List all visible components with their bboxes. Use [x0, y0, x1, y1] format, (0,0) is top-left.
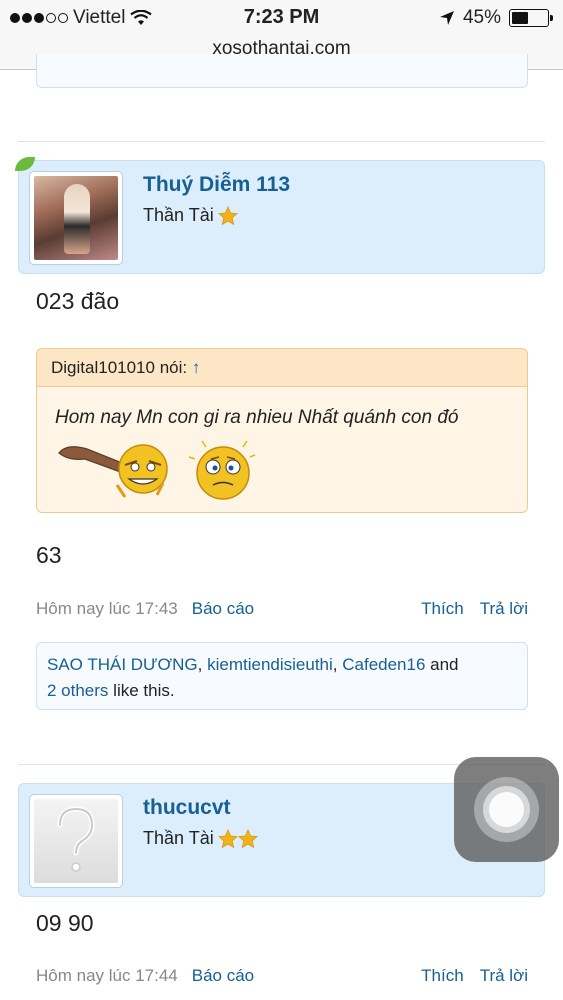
- quote-author: Digital101010 nói:: [51, 358, 188, 377]
- separator: ,: [197, 655, 208, 674]
- likes-summary: SAO THÁI DƯƠNG, kiemtiendisieuthi, Cafed…: [36, 642, 528, 710]
- avatar[interactable]: [29, 794, 123, 888]
- separator: ,: [332, 655, 343, 674]
- avatar[interactable]: [29, 171, 123, 265]
- others-link[interactable]: 2 others: [47, 681, 108, 700]
- liker-link[interactable]: Cafeden16: [342, 655, 425, 674]
- avatar-placeholder-icon[interactable]: [34, 799, 118, 883]
- post-meta: Hôm nay lúc 17:44 Báo cáo Thích Trả lời: [36, 966, 528, 986]
- post-header: Thuý Diễm 113 Thần Tài: [15, 157, 545, 274]
- status-bar: Viettel 7:23 PM 45%: [0, 0, 563, 36]
- user-title-text: Thần Tài: [143, 828, 214, 848]
- assistive-touch-button[interactable]: [454, 757, 559, 862]
- online-leaf-icon: [15, 157, 35, 171]
- post-date[interactable]: Hôm nay lúc 17:44: [36, 966, 178, 985]
- user-title-text: Thần Tài: [143, 205, 214, 225]
- report-link[interactable]: Báo cáo: [192, 966, 254, 985]
- like-button[interactable]: Thích: [421, 966, 464, 985]
- liker-link[interactable]: SAO THÁI DƯƠNG: [47, 655, 198, 674]
- reply-button[interactable]: Trả lời: [480, 966, 528, 985]
- previous-likes-box: [36, 54, 528, 88]
- user-title: Thần Tài: [143, 205, 238, 226]
- battery-percent: 45%: [462, 7, 501, 28]
- likes-suffix: like this.: [108, 681, 175, 700]
- smiley-emoticons: [58, 440, 256, 500]
- star-icon: [217, 828, 238, 848]
- location-arrow-icon: [439, 11, 454, 25]
- post-text: 023 đão: [36, 288, 120, 314]
- star-icon: [237, 828, 258, 848]
- username[interactable]: thucucvt: [143, 796, 231, 820]
- report-link[interactable]: Báo cáo: [192, 599, 254, 618]
- like-button[interactable]: Thích: [421, 599, 464, 618]
- star-icon: [217, 205, 238, 225]
- battery-icon: [509, 9, 553, 27]
- post-actions: Thích Trả lời: [421, 599, 528, 619]
- post-text: 09 90: [36, 910, 94, 936]
- post-meta: Hôm nay lúc 17:43 Báo cáo Thích Trả lời: [36, 599, 528, 619]
- reply-button[interactable]: Trả lời: [480, 599, 528, 618]
- post-text-after-quote: 63: [36, 542, 62, 568]
- status-right: 45%: [439, 7, 553, 29]
- post-actions: Thích Trả lời: [421, 966, 528, 986]
- quote-block: Digital101010 nói: ↑ Hom nay Mn con gi r…: [36, 348, 528, 513]
- post-divider: [18, 141, 545, 142]
- post-date[interactable]: Hôm nay lúc 17:43: [36, 599, 178, 618]
- quote-header: Digital101010 nói: ↑: [37, 349, 527, 387]
- quote-jump-arrow-icon[interactable]: ↑: [192, 358, 201, 377]
- liker-link[interactable]: kiemtiendisieuthi: [207, 655, 333, 674]
- user-title: Thần Tài: [143, 828, 258, 849]
- quote-text: Hom nay Mn con gi ra nhieu Nhất quánh co…: [55, 407, 459, 428]
- username[interactable]: Thuý Diễm 113: [143, 173, 290, 197]
- avatar-photo[interactable]: [34, 176, 118, 260]
- likes-and-text: and: [425, 655, 459, 674]
